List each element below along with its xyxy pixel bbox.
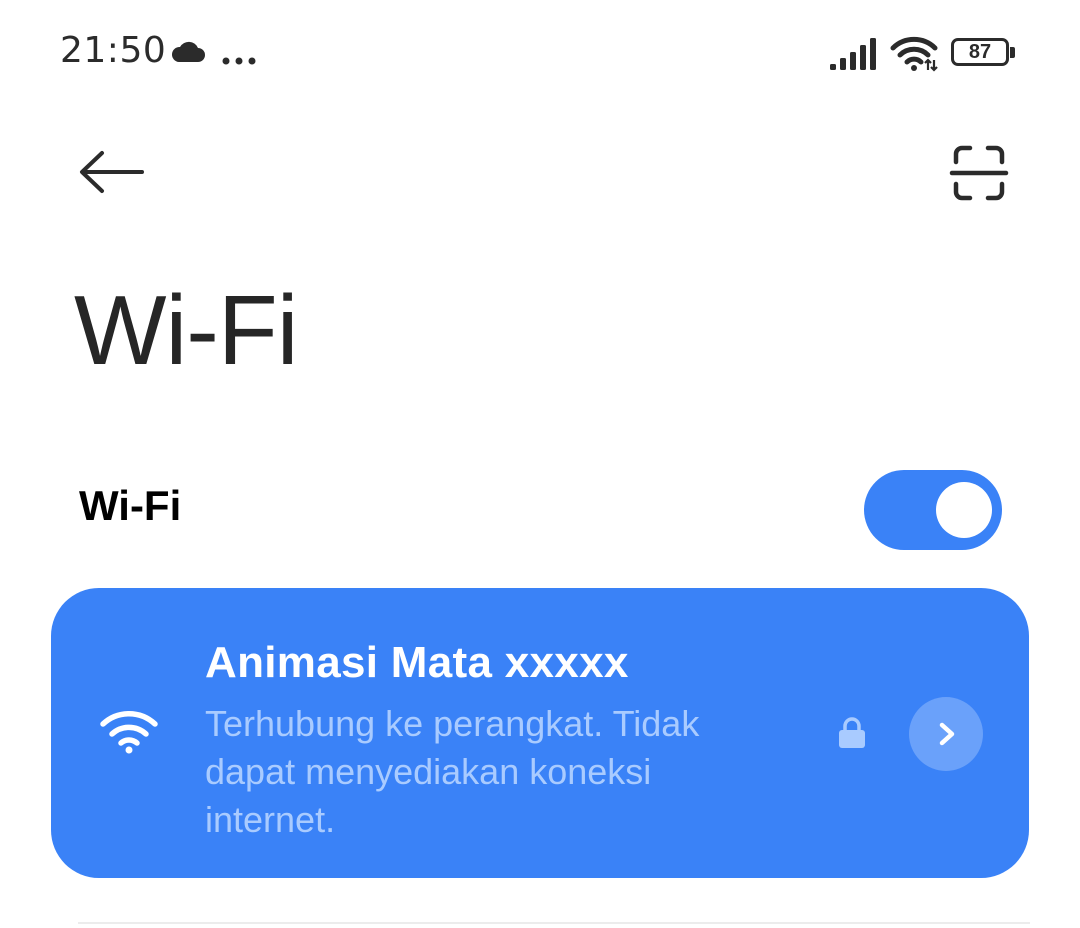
status-bar: 21:50 87 bbox=[0, 0, 1080, 110]
wifi-icon bbox=[890, 36, 940, 76]
wifi-toggle-knob bbox=[936, 482, 992, 538]
page-title: Wi-Fi bbox=[74, 275, 299, 385]
divider bbox=[78, 922, 1030, 924]
chevron-right-icon bbox=[939, 722, 955, 746]
connected-network-card[interactable]: Animasi Mata xxxxx Terhubung ke perangka… bbox=[51, 588, 1029, 878]
wifi-toggle-label: Wi-Fi bbox=[79, 482, 182, 529]
scan-qr-button[interactable] bbox=[946, 140, 1012, 206]
back-button[interactable] bbox=[70, 140, 150, 204]
network-name: Animasi Mata xxxxx bbox=[205, 638, 629, 687]
more-dots-icon bbox=[222, 50, 258, 69]
wifi-toggle[interactable] bbox=[864, 470, 1002, 550]
lock-icon bbox=[837, 716, 867, 754]
network-status: Terhubung ke perangkat. Tidak dapat meny… bbox=[205, 703, 700, 840]
network-details-button[interactable] bbox=[909, 697, 983, 771]
arrow-left-icon bbox=[80, 151, 144, 193]
battery-icon: 87 bbox=[951, 38, 1015, 68]
cloud-icon bbox=[170, 40, 206, 68]
wifi-icon bbox=[99, 710, 159, 758]
scan-qr-icon bbox=[949, 145, 1009, 201]
battery-level: 87 bbox=[968, 41, 992, 63]
signal-icon bbox=[830, 38, 878, 74]
status-time: 21:50 bbox=[60, 30, 167, 71]
